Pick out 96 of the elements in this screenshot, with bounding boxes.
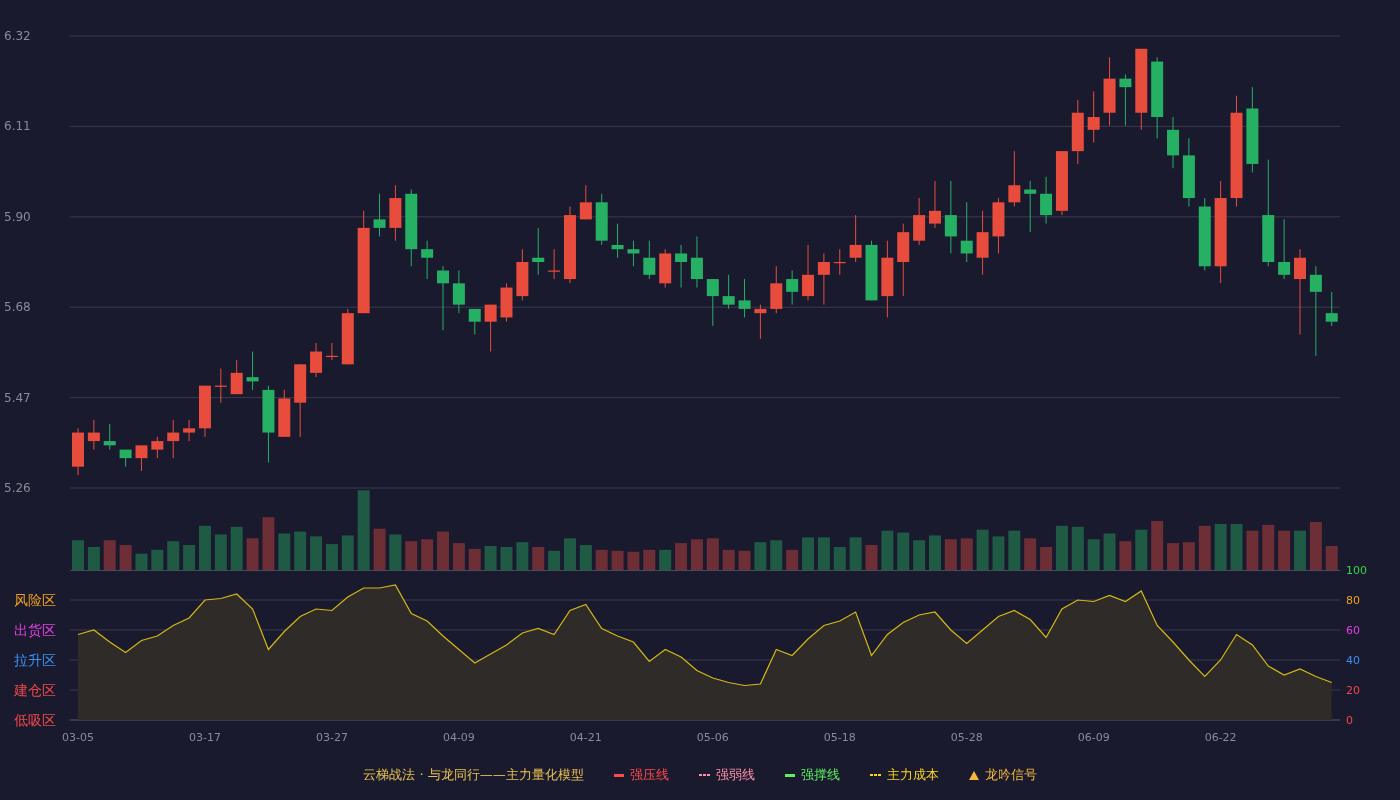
candlestick: [929, 180, 941, 229]
candlestick: [389, 184, 402, 242]
date-label: 05-18: [823, 731, 856, 744]
candlestick: [452, 270, 465, 314]
candlestick: [722, 274, 735, 310]
candlestick: [675, 244, 688, 289]
date-label: 06-09: [1077, 731, 1110, 744]
candlestick: [500, 282, 513, 323]
axis-label: 20: [1346, 684, 1360, 697]
legend-label: 强压线: [629, 766, 669, 784]
candlestick: [72, 427, 84, 476]
candlestick: [167, 419, 180, 459]
candlestick: [627, 240, 640, 267]
candlestick: [151, 436, 164, 459]
candlestick: [325, 342, 338, 361]
candlestick: [278, 389, 291, 438]
legend-label: 强弱线: [715, 766, 755, 784]
axis-label: 100: [1346, 564, 1367, 577]
candlestick: [421, 240, 434, 280]
zone-label: 风险区: [14, 592, 56, 608]
legend-title: 云梯战法 · 与龙同行——主力量化模型: [363, 766, 584, 784]
axis-label: 5.68: [4, 300, 31, 315]
axis-label: 60: [1346, 624, 1360, 637]
candlestick: [1071, 99, 1084, 165]
candlestick: [103, 423, 116, 451]
axis-label: 80: [1346, 594, 1360, 607]
legend-label: 主力成本: [886, 766, 939, 784]
candlestick: [817, 252, 830, 306]
date-label: 04-09: [442, 731, 475, 744]
candlestick: [468, 308, 481, 335]
axis-label: 0: [1346, 714, 1353, 727]
date-label: 05-06: [696, 731, 729, 744]
axis-label: 6.32: [4, 29, 31, 43]
candlestick: [1119, 73, 1132, 127]
candlestick: [833, 248, 846, 276]
candlestick: [611, 223, 624, 259]
date-label: 03-27: [315, 731, 348, 744]
candlestick: [579, 184, 592, 220]
candlestick: [87, 419, 100, 451]
candlestick: [659, 248, 672, 289]
candlestick: [437, 265, 449, 331]
candlestick: [373, 193, 386, 237]
date-label: 06-22: [1204, 731, 1237, 744]
zone-label: 拉升区: [14, 652, 56, 668]
candlestick: [754, 304, 767, 340]
candlestick: [913, 197, 926, 246]
zone-label: 出货区: [14, 622, 56, 638]
candlestick: [595, 193, 608, 246]
candlestick: [198, 385, 211, 438]
date-label: 04-21: [569, 731, 602, 744]
date-label: 03-17: [189, 731, 221, 744]
candlestick: [1008, 150, 1021, 208]
zone-label: 低吸区: [14, 712, 56, 728]
candlestick: [135, 444, 148, 472]
axis-label: 5.26: [4, 481, 31, 495]
candlestick: [1167, 116, 1180, 169]
axis-label: 40: [1346, 654, 1360, 667]
candlestick: [1087, 90, 1100, 144]
candlestick: [246, 351, 259, 391]
candlestick: [516, 248, 529, 301]
date-label: 03-05: [62, 731, 94, 744]
candlestick: [960, 201, 973, 263]
legend-label: 强撑线: [800, 766, 840, 784]
axis-label: 6.11: [4, 119, 31, 134]
candlestick: [865, 240, 878, 301]
axis-label: 5.47: [4, 390, 31, 405]
zone-label: 建仓区: [14, 682, 56, 698]
candlestick: [532, 227, 545, 276]
candlestick: [1055, 150, 1068, 216]
candlestick: [341, 308, 354, 365]
date-label: 05-28: [950, 731, 983, 744]
candlestick: [643, 240, 656, 280]
candlestick: [214, 368, 227, 404]
candlestick: [548, 248, 561, 280]
legend-label: 龙吟信号: [984, 766, 1037, 784]
candlestick: [484, 304, 497, 353]
candlestick: [1325, 291, 1338, 327]
candlestick: [706, 278, 719, 327]
candlestick: [738, 278, 751, 318]
candlestick: [1040, 176, 1053, 225]
candlestick: [230, 359, 243, 395]
candlestick: [992, 197, 1005, 254]
candlestick: [1278, 218, 1291, 280]
candlestick: [1024, 180, 1037, 233]
candlestick: [1182, 137, 1195, 208]
candlestick: [310, 342, 323, 378]
candlestick: [786, 270, 799, 306]
candlestick: [802, 244, 814, 301]
candlestick: [770, 265, 783, 314]
candlestick: [849, 214, 862, 263]
candlestick: [119, 449, 132, 468]
candlestick: [976, 210, 989, 276]
candlestick: [183, 419, 196, 442]
candlestick: [690, 235, 703, 289]
candlestick: [1103, 56, 1116, 127]
axis-label: 5.90: [4, 209, 31, 224]
